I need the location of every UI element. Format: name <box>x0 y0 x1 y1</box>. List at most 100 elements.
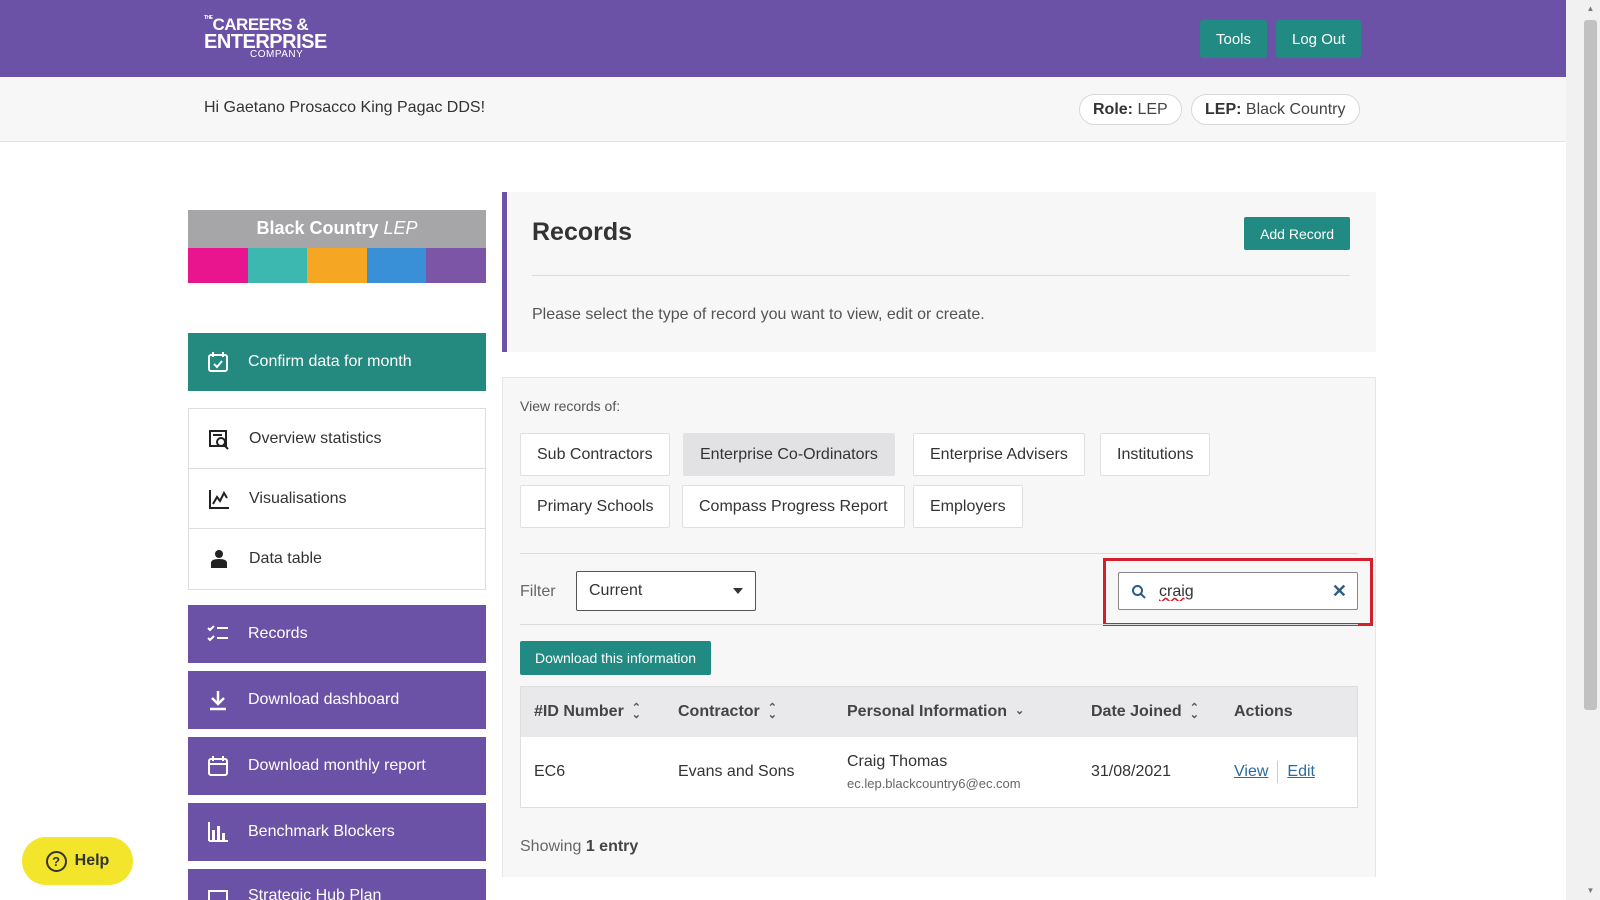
records-description: Please select the type of record you wan… <box>532 306 985 323</box>
stripe-orange <box>307 248 367 283</box>
showing-count: 1 entry <box>585 838 639 855</box>
help-button[interactable]: ? Help <box>22 837 133 885</box>
record-type-enterprise-advisers[interactable]: Enterprise Advisers <box>913 433 1085 476</box>
record-type-enterprise-coordinators[interactable]: Enterprise Co-Ordinators <box>683 433 895 476</box>
chevron-down-icon <box>733 588 743 594</box>
records-header-card: Records Add Record Please select the typ… <box>502 192 1376 352</box>
cell-date-joined: 31/08/2021 <box>1091 763 1172 780</box>
sidebar-item-records[interactable]: Records <box>188 605 486 663</box>
column-header-label: #ID Number <box>534 703 624 720</box>
sidebar-item-download-dashboard[interactable]: Download dashboard <box>188 671 486 729</box>
sidebar-item-download-monthly-report[interactable]: Download monthly report <box>188 737 486 795</box>
logo-the: THE <box>204 15 213 21</box>
close-icon[interactable]: ✕ <box>1332 581 1347 601</box>
sort-desc-icon: ⌄ <box>1015 705 1025 718</box>
person-icon <box>189 549 249 569</box>
sort-icon: ⌃ ⌄ <box>1189 701 1199 721</box>
role-value: LEP <box>1137 101 1168 118</box>
record-type-employers[interactable]: Employers <box>913 485 1023 528</box>
help-label: Help <box>74 852 110 869</box>
record-type-sub-contractors[interactable]: Sub Contractors <box>520 433 670 476</box>
bar-chart-icon <box>188 821 248 843</box>
table-header-row: #ID Number ⌃ ⌄ Contractor ⌃ ⌄ Personal Infor… <box>521 687 1357 737</box>
showing-prefix: Showing <box>520 838 582 855</box>
sidebar-item-label: Confirm data for month <box>248 353 412 370</box>
divider <box>532 275 1350 276</box>
sort-icon: ⌃ ⌄ <box>631 701 642 721</box>
sidebar-item-overview-statistics[interactable]: Overview statistics <box>189 409 485 469</box>
user-info-bar: Hi Gaetano Prosacco King Pagac DDS! Role… <box>0 77 1566 142</box>
entry-count: Showing 1 entry <box>520 838 638 856</box>
cell-contractor: Evans and Sons <box>678 763 795 780</box>
divider <box>520 624 1358 625</box>
sidebar-stats-group: Overview statistics Visualisations Data … <box>188 408 486 590</box>
lep-label: LEP: <box>1205 101 1242 118</box>
view-link[interactable]: View <box>1234 763 1268 780</box>
column-header-personal-information[interactable]: Personal Information ⌄ <box>847 703 1024 721</box>
sidebar-item-confirm-data[interactable]: Confirm data for month <box>188 333 486 391</box>
stripe-pink <box>188 248 248 283</box>
cell-actions: View Edit <box>1234 761 1315 783</box>
sidebar-item-benchmark-blockers[interactable]: Benchmark Blockers <box>188 803 486 861</box>
stripe-blue <box>366 248 427 283</box>
sidebar-item-label: Benchmark Blockers <box>248 823 395 840</box>
lep-logo-suffix: LEP <box>383 218 418 238</box>
record-type-institutions[interactable]: Institutions <box>1100 433 1211 476</box>
record-type-primary-schools[interactable]: Primary Schools <box>520 485 671 528</box>
column-header-label: Date Joined <box>1091 703 1182 720</box>
calendar-icon <box>188 755 248 777</box>
sidebar-item-data-table[interactable]: Data table <box>189 529 485 589</box>
person-email: ec.lep.blackcountry6@ec.com <box>847 776 1021 791</box>
greeting-text: Hi Gaetano Prosacco King Pagac DDS! <box>204 99 486 116</box>
sidebar-item-strategic-hub-plan[interactable]: Strategic Hub Plan <box>188 869 486 900</box>
divider <box>520 553 1358 554</box>
role-badge: Role: LEP <box>1079 94 1182 125</box>
person-name: Craig Thomas <box>847 753 948 770</box>
table-row: EC6 Evans and Sons Craig Thomas ec.lep.b… <box>521 737 1357 807</box>
scroll-down-arrow-icon[interactable]: ▼ <box>1584 884 1597 898</box>
column-header-contractor[interactable]: Contractor ⌃ ⌄ <box>678 702 777 721</box>
sidebar-item-label: Records <box>248 625 308 642</box>
top-navbar: THECAREERS & ENTERPRISE COMPANY Tools Lo… <box>0 0 1566 77</box>
sidebar-item-visualisations[interactable]: Visualisations <box>189 469 485 529</box>
lep-logo-stripes <box>188 248 486 283</box>
column-header-id[interactable]: #ID Number ⌃ ⌄ <box>534 701 642 721</box>
sidebar-item-label: Data table <box>249 550 322 567</box>
records-table: #ID Number ⌃ ⌄ Contractor ⌃ ⌄ Personal Infor… <box>520 686 1358 808</box>
filter-label: Filter <box>520 583 556 600</box>
download-icon <box>188 689 248 711</box>
filter-select[interactable]: Current <box>576 571 756 611</box>
search-input[interactable] <box>1159 580 1319 604</box>
view-records-label: View records of: <box>520 398 621 414</box>
download-information-button[interactable]: Download this information <box>520 641 712 675</box>
stripe-purple <box>426 248 486 283</box>
search-icon <box>1131 584 1147 605</box>
column-header-label: Personal Information <box>847 703 1008 720</box>
lep-badge: LEP: Black Country <box>1191 94 1360 125</box>
logout-button[interactable]: Log Out <box>1276 20 1362 58</box>
lep-value: Black Country <box>1245 101 1346 118</box>
record-type-compass-progress-report[interactable]: Compass Progress Report <box>682 485 905 528</box>
edit-link[interactable]: Edit <box>1287 763 1315 780</box>
records-panel: View records of: Sub Contractors Enterpr… <box>502 377 1376 877</box>
role-label: Role: <box>1093 101 1133 118</box>
careers-enterprise-logo[interactable]: THECAREERS & ENTERPRISE COMPANY <box>204 16 327 60</box>
filter-selected-value: Current <box>589 582 643 599</box>
column-header-actions: Actions <box>1234 703 1293 720</box>
folder-icon <box>188 887 248 900</box>
sidebar-item-label: Overview statistics <box>249 429 382 447</box>
page-scrollbar-thumb[interactable] <box>1584 20 1597 710</box>
question-mark-icon: ? <box>45 850 67 872</box>
tools-button[interactable]: Tools <box>1200 20 1268 58</box>
search-field[interactable]: ✕ <box>1118 572 1358 610</box>
lep-logo-title: Black Country LEP <box>188 218 486 239</box>
search-document-icon <box>189 428 249 450</box>
cell-id: EC6 <box>534 763 566 780</box>
cell-personal-information: Craig Thomas ec.lep.blackcountry6@ec.com <box>847 753 1021 791</box>
black-country-lep-logo: Black Country LEP <box>188 210 486 283</box>
column-header-date-joined[interactable]: Date Joined ⌃ ⌄ <box>1091 701 1199 721</box>
calendar-check-icon <box>188 351 248 373</box>
scroll-up-arrow-icon[interactable]: ▲ <box>1584 2 1597 16</box>
chart-line-icon <box>189 488 249 510</box>
add-record-button[interactable]: Add Record <box>1244 217 1350 250</box>
